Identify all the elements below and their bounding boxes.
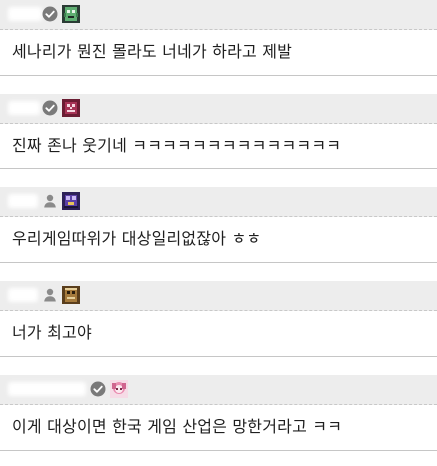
pixel-avatar-green-icon[interactable] <box>62 5 80 23</box>
comment-thread: 세나리가 뭔진 몰라도 너네가 하라고 제발 진짜 존나 웃기네 ㅋㅋㅋㅋㅋㅋㅋ… <box>0 0 437 466</box>
comment-item: 너가 최고야 <box>0 281 437 375</box>
user-icon <box>42 287 58 303</box>
comment-header <box>0 0 437 30</box>
nickname-redacted <box>8 7 42 21</box>
comment-text: 진짜 존나 웃기네 ㅋㅋㅋㅋㅋㅋㅋㅋㅋㅋㅋㅋㅋㅋ <box>12 136 342 155</box>
comment-body: 진짜 존나 웃기네 ㅋㅋㅋㅋㅋㅋㅋㅋㅋㅋㅋㅋㅋㅋ <box>0 124 437 169</box>
comment-spacer <box>0 263 437 281</box>
nickname-redacted <box>8 194 38 208</box>
comment-header <box>0 281 437 311</box>
nickname-redacted <box>8 382 86 396</box>
verified-check-icon <box>42 100 58 116</box>
comment-body: 세나리가 뭔진 몰라도 너네가 하라고 제발 <box>0 30 437 76</box>
user-icon <box>42 193 58 209</box>
comment-text: 세나리가 뭔진 몰라도 너네가 하라고 제발 <box>12 42 293 61</box>
pixel-avatar-maroon-icon[interactable] <box>62 99 80 117</box>
comment-item: 우리게임따위가 대상일리없잖아 ㅎㅎ <box>0 187 437 281</box>
comment-spacer <box>0 76 437 94</box>
nickname-redacted <box>8 288 38 302</box>
comment-spacer <box>0 357 437 375</box>
pixel-avatar-purple-icon[interactable] <box>62 192 80 210</box>
comment-header <box>0 187 437 217</box>
nickname-redacted <box>8 101 40 115</box>
comment-body: 이게 대상이면 한국 게임 산업은 망한거라고 ㅋㅋ <box>0 405 437 451</box>
comment-item: 진짜 존나 웃기네 ㅋㅋㅋㅋㅋㅋㅋㅋㅋㅋㅋㅋㅋㅋ <box>0 94 437 187</box>
comment-item: 세나리가 뭔진 몰라도 너네가 하라고 제발 <box>0 0 437 94</box>
comment-text: 너가 최고야 <box>12 323 92 342</box>
comment-body: 너가 최고야 <box>0 311 437 357</box>
comment-text: 우리게임따위가 대상일리없잖아 ㅎㅎ <box>12 229 262 248</box>
pixel-avatar-brown-icon[interactable] <box>62 286 80 304</box>
comment-spacer <box>0 169 437 187</box>
comment-item: 이게 대상이면 한국 게임 산업은 망한거라고 ㅋㅋ <box>0 375 437 451</box>
comment-body: 우리게임따위가 대상일리없잖아 ㅎㅎ <box>0 217 437 263</box>
comment-header <box>0 94 437 124</box>
comment-header <box>0 375 437 405</box>
verified-check-icon <box>42 6 58 22</box>
verified-check-icon <box>90 381 106 397</box>
comment-text: 이게 대상이면 한국 게임 산업은 망한거라고 ㅋㅋ <box>12 417 343 436</box>
pixel-avatar-pink-icon[interactable] <box>110 380 128 398</box>
